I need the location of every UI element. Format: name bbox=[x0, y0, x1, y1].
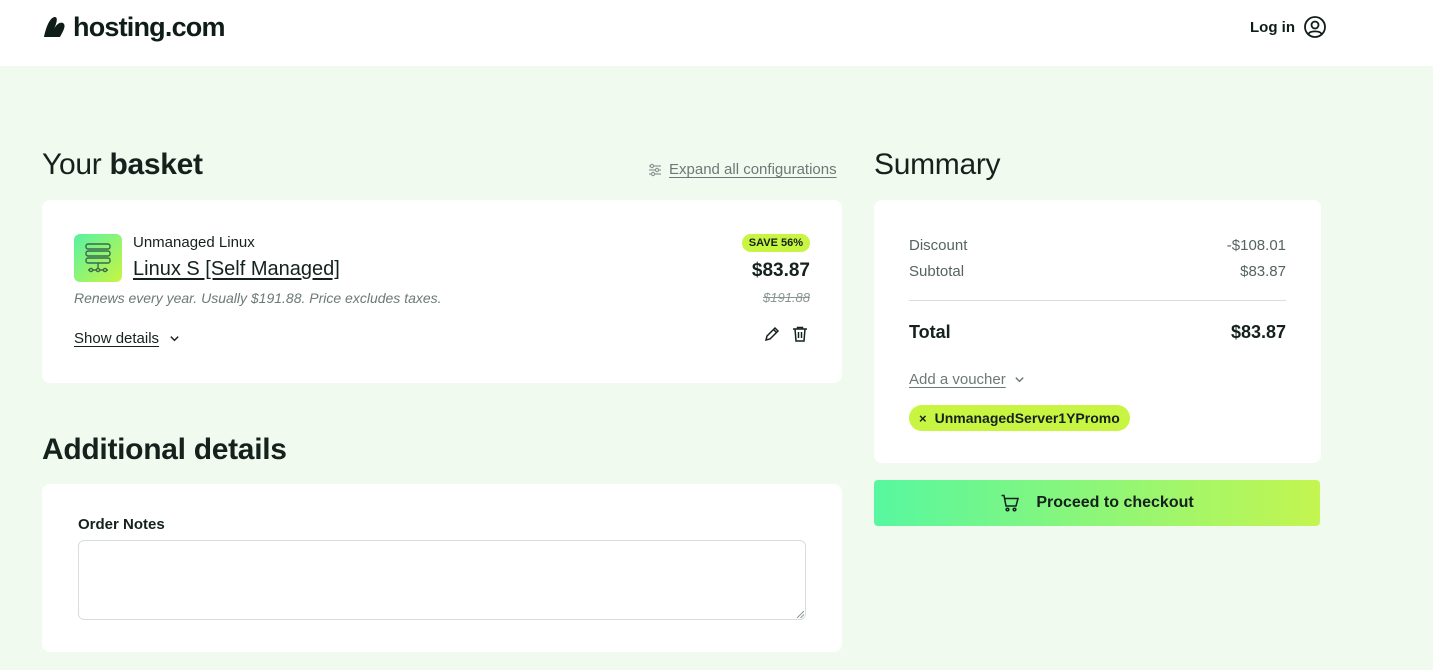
discount-value: -$108.01 bbox=[1226, 237, 1286, 254]
item-price: $83.87 bbox=[751, 260, 810, 281]
checkout-label: Proceed to checkout bbox=[1036, 494, 1194, 511]
chevron-down-icon bbox=[1015, 377, 1024, 383]
user-circle-icon bbox=[1304, 16, 1326, 38]
additional-heading-light: details bbox=[193, 433, 287, 466]
basket-heading-bold: basket bbox=[109, 148, 203, 181]
additional-heading-bold: Additional bbox=[42, 433, 186, 466]
subtotal-label: Subtotal bbox=[909, 263, 965, 280]
order-notes-field[interactable] bbox=[78, 540, 806, 620]
show-details-label: Show details bbox=[74, 330, 160, 347]
renewal-note: Renews every year. Usually $191.88. Pric… bbox=[74, 290, 442, 306]
expand-all-label: Expand all configurations bbox=[669, 161, 837, 178]
basket-heading: Your basket bbox=[42, 148, 203, 182]
trash-icon[interactable] bbox=[791, 325, 809, 343]
hosting-logo-mark-icon bbox=[44, 17, 65, 37]
promo-code-chip: × UnmanagedServer1YPromo bbox=[909, 405, 1130, 431]
summary-card: Discount -$108.01 Subtotal $83.87 Total … bbox=[874, 200, 1321, 463]
total-row: Total $83.87 bbox=[909, 322, 1286, 343]
resize-grip-icon[interactable] bbox=[796, 610, 804, 618]
login-button[interactable]: Log in bbox=[1250, 14, 1327, 40]
subtotal-row: Subtotal $83.87 bbox=[909, 263, 1286, 280]
sliders-icon bbox=[649, 163, 661, 176]
order-notes-label: Order Notes bbox=[78, 516, 165, 533]
basket-item-card: Unmanaged Linux Linux S [Self Managed] R… bbox=[42, 200, 842, 383]
item-original-price: $191.88 bbox=[763, 290, 810, 305]
product-category: Unmanaged Linux bbox=[133, 234, 255, 251]
subtotal-value: $83.87 bbox=[1240, 263, 1286, 280]
site-header: hosting.com Log in bbox=[0, 0, 1433, 66]
order-notes-card: Order Notes bbox=[42, 484, 842, 652]
add-voucher-toggle[interactable]: Add a voucher bbox=[909, 371, 1025, 388]
product-name-link[interactable]: Linux S [Self Managed] bbox=[133, 258, 340, 281]
show-details-toggle[interactable]: Show details bbox=[74, 330, 180, 347]
summary-heading: Summary bbox=[874, 148, 1001, 181]
save-badge: SAVE 56% bbox=[741, 234, 810, 252]
discount-label: Discount bbox=[909, 237, 968, 254]
total-value: $83.87 bbox=[1230, 322, 1286, 342]
basket-heading-light: Your bbox=[42, 148, 102, 181]
chevron-down-icon bbox=[170, 336, 179, 342]
login-label: Log in bbox=[1250, 18, 1295, 36]
expand-all-configurations-link[interactable]: Expand all configurations bbox=[648, 161, 837, 178]
add-voucher-label: Add a voucher bbox=[909, 371, 1006, 388]
proceed-to-checkout-button[interactable]: Proceed to checkout bbox=[874, 480, 1320, 526]
summary-divider bbox=[909, 300, 1286, 301]
server-stack-icon bbox=[74, 234, 122, 282]
remove-promo-icon[interactable]: × bbox=[919, 411, 927, 426]
additional-details-heading: Additional details bbox=[42, 433, 287, 467]
pencil-icon[interactable] bbox=[763, 325, 781, 343]
site-logo[interactable]: hosting.com bbox=[42, 10, 226, 44]
discount-row: Discount -$108.01 bbox=[909, 237, 1286, 254]
logo-text: hosting.com bbox=[73, 11, 226, 42]
cart-icon bbox=[1001, 494, 1020, 512]
total-label: Total bbox=[909, 322, 951, 342]
promo-code-label: UnmanagedServer1YPromo bbox=[934, 410, 1120, 426]
